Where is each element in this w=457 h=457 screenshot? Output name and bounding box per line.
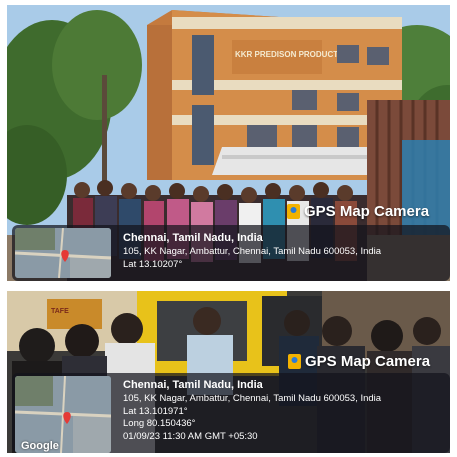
- location-address: 105, KK Nagar, Ambattur, Chennai, Tamil …: [123, 393, 382, 404]
- location-city: Chennai, Tamil Nadu, India: [123, 379, 263, 391]
- google-logo: Google: [21, 440, 59, 452]
- map-pin-icon: [287, 204, 300, 219]
- location-longitude: Long 80.150436°: [123, 418, 196, 429]
- group-photo-outdoor: KKR PREDISON PRODUCTS GPS Map Camera Che…: [7, 5, 450, 281]
- location-address: 105, KK Nagar, Ambattur, Chennai, Tamil …: [123, 246, 382, 257]
- mini-map: [15, 228, 111, 278]
- gps-badge-label: GPS Map Camera: [305, 353, 431, 370]
- gps-text-block: Chennai, Tamil Nadu, India 105, KK Nagar…: [123, 378, 381, 443]
- gps-badge-label: GPS Map Camera: [304, 203, 430, 220]
- group-photo-indoor: TAFE GPS Map Camera Google Chennai, Tami…: [7, 291, 450, 453]
- svg-text:TAFE: TAFE: [51, 308, 69, 315]
- map-pin-icon: [288, 354, 301, 369]
- location-latitude: Lat 13.101971°: [123, 405, 188, 417]
- gps-badge: GPS Map Camera: [288, 353, 430, 370]
- location-datetime: 01/09/23 11:30 AM GMT +05:30: [123, 430, 258, 442]
- gps-text-block: Chennai, Tamil Nadu, India 105, KK Nagar…: [123, 231, 381, 271]
- mini-map: Google: [15, 376, 111, 453]
- gps-info-panel: Google Chennai, Tamil Nadu, India 105, K…: [12, 373, 450, 453]
- location-city: Chennai, Tamil Nadu, India: [123, 232, 263, 244]
- gps-badge: GPS Map Camera: [287, 203, 429, 220]
- gps-info-panel: Chennai, Tamil Nadu, India 105, KK Nagar…: [12, 225, 450, 281]
- building-sign: KKR PREDISON PRODUCTS: [235, 50, 344, 59]
- location-latitude: Lat 13.10207°: [123, 258, 183, 270]
